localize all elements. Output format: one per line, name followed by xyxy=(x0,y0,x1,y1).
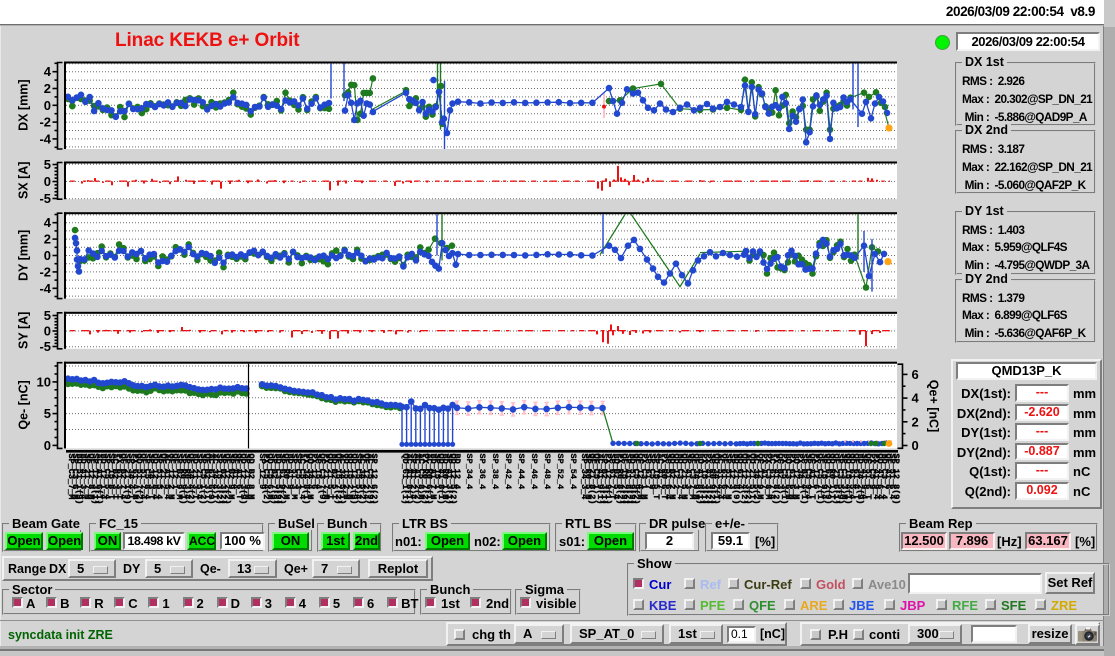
svg-text:SP_44_4: SP_44_4 xyxy=(516,454,526,490)
svg-text:SP_54_4: SP_54_4 xyxy=(568,454,578,490)
svg-text:5: 5 xyxy=(44,308,51,323)
svg-text:SX [A]: SX [A] xyxy=(17,162,31,200)
svg-text:2: 2 xyxy=(44,232,51,247)
svg-text:SP_42_4: SP_42_4 xyxy=(503,454,513,490)
svg-text:10: 10 xyxy=(37,374,51,389)
svg-text:5: 5 xyxy=(44,406,51,421)
svg-text:-2: -2 xyxy=(39,115,51,130)
svg-text:SP_36_4: SP_36_4 xyxy=(477,454,487,490)
svg-text:SY [A]: SY [A] xyxy=(17,312,31,349)
svg-text:SP_12_8(9): SP_12_8(9) xyxy=(891,454,901,505)
svg-text:0: 0 xyxy=(912,438,919,453)
svg-text:QD_B2_8_M: QD_B2_8_M xyxy=(246,454,256,500)
svg-text:SP_46_4: SP_46_4 xyxy=(529,454,539,490)
svg-text:6: 6 xyxy=(912,367,919,382)
svg-text:-5: -5 xyxy=(39,191,51,206)
svg-text:DY [mm]: DY [mm] xyxy=(17,230,31,281)
svg-text:4: 4 xyxy=(44,64,52,79)
svg-text:SP_12_6(2): SP_12_6(2) xyxy=(369,454,379,505)
svg-text:4: 4 xyxy=(44,215,52,230)
svg-text:2: 2 xyxy=(44,81,51,96)
svg-text:Qe+ [nC]: Qe+ [nC] xyxy=(927,380,941,432)
svg-text:-5: -5 xyxy=(39,339,51,354)
svg-text:Qe- [nC]: Qe- [nC] xyxy=(17,380,31,429)
svg-text:DX [mm]: DX [mm] xyxy=(17,79,31,130)
svg-text:-2: -2 xyxy=(39,264,51,279)
svg-text:-4: -4 xyxy=(39,281,51,296)
svg-text:-4: -4 xyxy=(39,131,51,146)
svg-text:4: 4 xyxy=(912,391,920,406)
svg-text:0: 0 xyxy=(44,174,51,189)
svg-text:0: 0 xyxy=(44,438,51,453)
svg-text:2: 2 xyxy=(912,414,919,429)
svg-text:0: 0 xyxy=(44,248,51,263)
svg-text:0: 0 xyxy=(44,98,51,113)
svg-text:BD_12_4: BD_12_4 xyxy=(452,454,462,490)
svg-text:SP_52_4: SP_52_4 xyxy=(555,454,565,490)
svg-text:SP_34_4: SP_34_4 xyxy=(464,454,474,490)
svg-text:SP_48_4: SP_48_4 xyxy=(542,454,552,490)
svg-text:0: 0 xyxy=(44,324,51,339)
svg-text:SP_38_4: SP_38_4 xyxy=(490,454,500,490)
svg-text:5: 5 xyxy=(44,157,51,172)
